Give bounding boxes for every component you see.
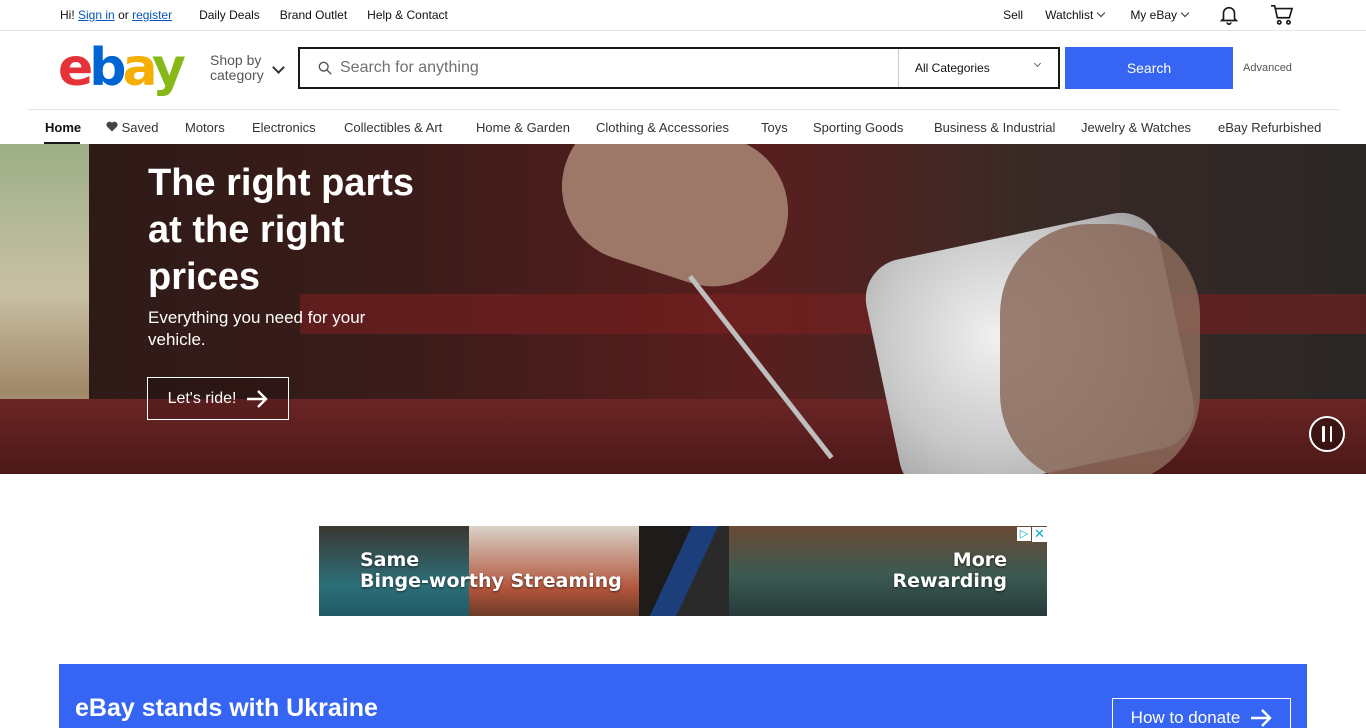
nav-item-toys[interactable]: Toys bbox=[761, 120, 788, 135]
nav-item-label: Saved bbox=[121, 120, 159, 135]
close-icon[interactable]: ✕ bbox=[1032, 527, 1047, 542]
ebay-logo[interactable]: ebay bbox=[58, 38, 186, 98]
category-select[interactable]: All Categories bbox=[898, 49, 1058, 87]
hero-title: The right parts at the right prices bbox=[148, 162, 415, 298]
ad-right-line2: Rewarding bbox=[892, 570, 1007, 592]
ukraine-title: eBay stands with Ukraine bbox=[75, 694, 378, 722]
lets-ride-button[interactable]: Let's ride! bbox=[147, 377, 289, 420]
my-ebay-menu[interactable]: My eBay bbox=[1130, 8, 1190, 22]
how-to-donate-button[interactable]: How to donate bbox=[1112, 698, 1291, 728]
nav-item-electronics[interactable]: Electronics bbox=[252, 120, 316, 135]
or-text: or bbox=[118, 8, 129, 22]
chevron-down-icon bbox=[1033, 59, 1042, 68]
nav-item-home[interactable]: Home bbox=[45, 120, 81, 135]
heart-icon bbox=[106, 121, 118, 132]
arrow-right-icon bbox=[247, 389, 269, 408]
hero-image-hand bbox=[1000, 224, 1200, 474]
logo-letter-a: a bbox=[122, 38, 156, 98]
logo-letter-e: e bbox=[58, 38, 93, 98]
cart-icon[interactable] bbox=[1270, 4, 1294, 26]
sign-in-link[interactable]: Sign in bbox=[78, 8, 115, 22]
advanced-search-link[interactable]: Advanced bbox=[1243, 62, 1292, 74]
search-input[interactable] bbox=[340, 49, 895, 87]
ukraine-banner: eBay stands with Ukraine How to donate bbox=[59, 664, 1307, 728]
adchoices-icon[interactable]: ▷ bbox=[1017, 527, 1031, 541]
ad-divider-stripe bbox=[639, 526, 729, 616]
search-box: All Categories bbox=[298, 47, 1060, 89]
sell-link[interactable]: Sell bbox=[1003, 8, 1023, 22]
shop-by-label: Shop by bbox=[210, 52, 262, 68]
watchlist-menu[interactable]: Watchlist bbox=[1045, 8, 1106, 22]
header: ebay Shop by category All Categories Sea… bbox=[0, 31, 1366, 109]
register-link[interactable]: register bbox=[132, 8, 172, 22]
bell-icon[interactable] bbox=[1218, 4, 1240, 26]
ad-right-line1: More bbox=[952, 549, 1007, 571]
nav-item-saved[interactable]: Saved bbox=[106, 120, 159, 135]
topbar-right: Sell Watchlist My eBay bbox=[1003, 4, 1294, 26]
shop-by-category-button[interactable]: Shop by category bbox=[210, 53, 264, 83]
category-label: category bbox=[210, 67, 264, 83]
daily-deals-link[interactable]: Daily Deals bbox=[199, 8, 260, 22]
nav-item-home-garden[interactable]: Home & Garden bbox=[476, 120, 570, 135]
nav-item-collectibles-art[interactable]: Collectibles & Art bbox=[344, 120, 442, 135]
nav-item-jewelry-watches[interactable]: Jewelry & Watches bbox=[1081, 120, 1191, 135]
chevron-down-icon bbox=[1180, 8, 1190, 18]
ad-left-line2: Binge-worthy Streaming bbox=[360, 570, 622, 592]
nav-item-clothing-accessories[interactable]: Clothing & Accessories bbox=[596, 120, 729, 135]
nav-item-ebay-refurbished[interactable]: eBay Refurbished bbox=[1218, 120, 1321, 135]
nav-item-business-industrial[interactable]: Business & Industrial bbox=[934, 120, 1055, 135]
ad-right-text: More Rewarding bbox=[892, 550, 1007, 592]
topbar-left: Hi! Sign in or register Daily Deals Bran… bbox=[60, 8, 448, 22]
watchlist-label: Watchlist bbox=[1045, 8, 1094, 22]
hero-banner[interactable]: The right parts at the right prices Ever… bbox=[0, 144, 1366, 474]
search-button[interactable]: Search bbox=[1065, 47, 1233, 89]
hero-background-shape bbox=[300, 294, 1366, 334]
nav-item-sporting-goods[interactable]: Sporting Goods bbox=[813, 120, 903, 135]
help-contact-link[interactable]: Help & Contact bbox=[367, 8, 448, 22]
brand-outlet-link[interactable]: Brand Outlet bbox=[280, 8, 347, 22]
logo-letter-y: y bbox=[152, 38, 186, 98]
category-nav: Home Saved Motors Electronics Collectibl… bbox=[27, 109, 1339, 144]
donate-label: How to donate bbox=[1130, 708, 1241, 727]
cta-label: Let's ride! bbox=[167, 389, 237, 407]
ad-left-text: Same Binge-worthy Streaming bbox=[360, 550, 622, 592]
nav-item-motors[interactable]: Motors bbox=[185, 120, 225, 135]
chevron-down-icon bbox=[1097, 8, 1106, 18]
advertisement-banner[interactable]: Same Binge-worthy Streaming More Rewardi… bbox=[319, 526, 1047, 616]
hero-subtitle: Everything you need for your vehicle. bbox=[148, 308, 366, 349]
pause-icon[interactable] bbox=[1309, 416, 1345, 452]
greeting-text: Hi! bbox=[60, 8, 75, 22]
ad-left-line1: Same bbox=[360, 549, 420, 571]
search-icon bbox=[318, 61, 332, 75]
my-ebay-label: My eBay bbox=[1130, 8, 1177, 22]
logo-letter-b: b bbox=[89, 38, 126, 98]
hero-image-hand bbox=[542, 144, 808, 306]
arrow-right-icon bbox=[1251, 709, 1273, 727]
chevron-down-icon[interactable] bbox=[272, 61, 285, 74]
category-select-value: All Categories bbox=[915, 61, 990, 75]
top-utility-bar: Hi! Sign in or register Daily Deals Bran… bbox=[0, 0, 1366, 31]
